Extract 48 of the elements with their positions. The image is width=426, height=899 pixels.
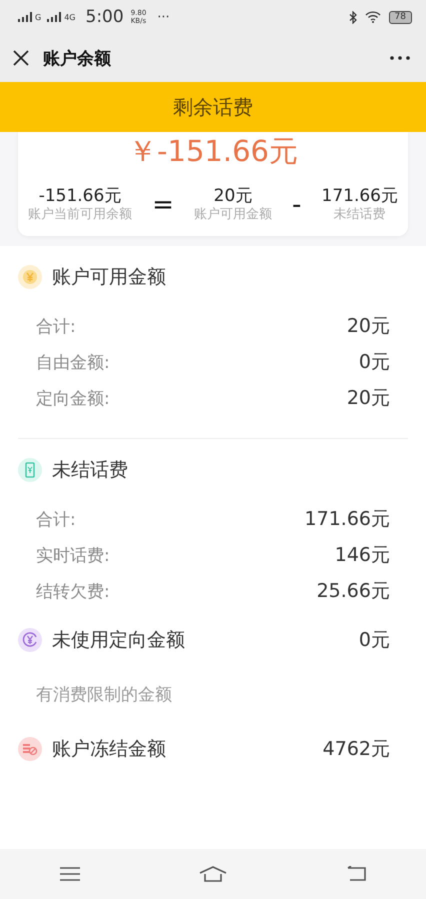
amount-value: 20元 bbox=[214, 186, 252, 206]
section-title: 账户冻结金额 bbox=[52, 737, 167, 762]
section-title: 未结话费 bbox=[52, 458, 129, 483]
row-label: 合计: bbox=[36, 508, 76, 530]
operator-sign: - bbox=[292, 190, 302, 220]
amount-value: 171.66元 bbox=[322, 186, 398, 206]
signal-icon bbox=[18, 12, 32, 22]
row-label: 自由金额: bbox=[36, 352, 110, 374]
amount-label: 账户可用金额 bbox=[194, 206, 272, 224]
wifi-icon bbox=[364, 11, 381, 23]
row-value: 20元 bbox=[346, 314, 390, 339]
amount-label: 账户当前可用余额 bbox=[28, 206, 132, 224]
close-icon[interactable] bbox=[13, 50, 29, 66]
row-value: 25.66元 bbox=[316, 579, 390, 604]
operator-sign: = bbox=[152, 190, 174, 220]
row-value: 146元 bbox=[334, 543, 390, 568]
section-title: 账户可用金额 bbox=[52, 265, 167, 290]
amount-value: -151.66元 bbox=[38, 186, 122, 206]
home-icon[interactable] bbox=[198, 866, 227, 882]
coin-icon bbox=[18, 265, 42, 289]
row-label: 结转欠费: bbox=[36, 580, 110, 602]
signal-icon bbox=[47, 12, 62, 22]
battery-indicator: 78 bbox=[388, 10, 412, 24]
phone-icon bbox=[18, 458, 42, 482]
section-title: 未使用定向金额 bbox=[52, 628, 186, 653]
row-label: 实时话费: bbox=[36, 544, 110, 566]
banner-title: 剩余话费 bbox=[173, 94, 253, 120]
clock: 5:00 bbox=[86, 7, 124, 27]
more-icon[interactable] bbox=[390, 56, 410, 60]
back-icon[interactable] bbox=[346, 866, 366, 882]
menu-icon[interactable] bbox=[60, 867, 80, 881]
network-label: G bbox=[35, 12, 42, 22]
section-amount: 4762元 bbox=[322, 737, 391, 762]
notification-dots: ··· bbox=[157, 10, 170, 24]
yuan-refund-icon bbox=[18, 628, 42, 652]
balance-total: ￥-151.66元 bbox=[127, 133, 299, 170]
row-label: 定向金额: bbox=[36, 388, 110, 410]
page-title: 账户余额 bbox=[43, 48, 112, 70]
row-value: 0元 bbox=[358, 350, 390, 375]
row-value: 20元 bbox=[346, 386, 390, 411]
network-label: 4G bbox=[64, 12, 76, 22]
section-note: 有消费限制的金额 bbox=[35, 684, 173, 707]
row-value: 171.66元 bbox=[304, 507, 390, 532]
section-amount: 0元 bbox=[358, 628, 391, 653]
row-label: 合计: bbox=[36, 316, 76, 338]
amount-label: 未结话费 bbox=[334, 206, 386, 224]
bluetooth-icon bbox=[348, 10, 357, 24]
frozen-coins-icon bbox=[18, 737, 42, 761]
